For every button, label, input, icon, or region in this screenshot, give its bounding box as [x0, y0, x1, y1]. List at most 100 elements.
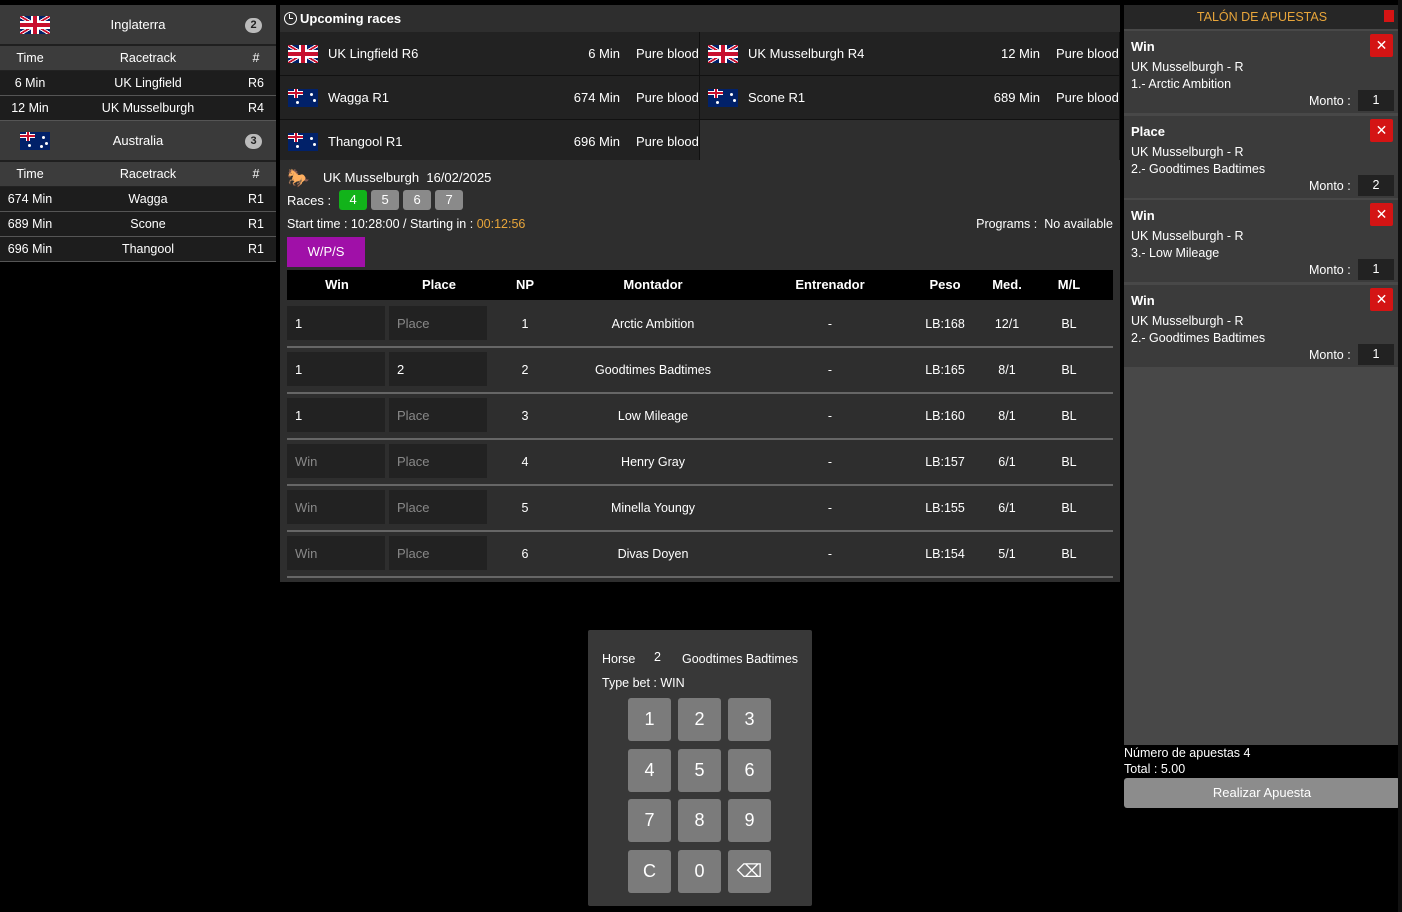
- country-header-australia[interactable]: Australia 3: [0, 121, 276, 162]
- key-7[interactable]: 7: [628, 799, 671, 842]
- key-6[interactable]: 6: [728, 748, 771, 792]
- key-9[interactable]: 9: [728, 799, 771, 842]
- trash-icon[interactable]: [1384, 10, 1394, 22]
- win-amount-input[interactable]: [287, 444, 385, 478]
- race-pill-4[interactable]: 4: [339, 190, 368, 210]
- remove-bet-button[interactable]: ✕: [1370, 288, 1393, 312]
- runner-row[interactable]: 6 Divas Doyen - LB:154 5/1 BL: [287, 532, 1113, 578]
- wps-tab[interactable]: W/P/S: [287, 237, 365, 267]
- runner-row[interactable]: 1 Arctic Ambition - LB:168 12/1 BL: [287, 302, 1113, 348]
- race-pill-6[interactable]: 6: [403, 190, 432, 210]
- win-amount-input[interactable]: [287, 306, 385, 340]
- key-5[interactable]: 5: [678, 748, 721, 792]
- row-race: R1: [248, 242, 264, 256]
- remove-bet-button[interactable]: ✕: [1370, 34, 1393, 57]
- horse-icon: 🐎: [287, 168, 310, 188]
- runner-row[interactable]: 3 Low Mileage - LB:160 8/1 BL: [287, 394, 1113, 440]
- bet-type: Win: [1131, 293, 1155, 309]
- clear-key[interactable]: C: [628, 849, 671, 893]
- runner-trainer: -: [827, 455, 833, 469]
- col-odds: Med.: [992, 277, 1022, 292]
- amount-input[interactable]: 1: [1358, 90, 1394, 111]
- bet-total: Total : 5.00: [1124, 762, 1186, 776]
- amount-label: Monto :: [1309, 94, 1351, 108]
- australia-flag-icon: [288, 132, 318, 151]
- start-time: Start time : 10:28:00 / Starting in : 00…: [287, 217, 525, 231]
- amount-input[interactable]: 1: [1358, 344, 1394, 366]
- table-row[interactable]: 696 Min Thangool R1: [0, 237, 276, 262]
- place-amount-input[interactable]: [389, 444, 487, 478]
- country-header-inglaterra[interactable]: Inglaterra 2: [0, 5, 276, 46]
- remove-bet-button[interactable]: ✕: [1370, 203, 1393, 227]
- amount-input[interactable]: 2: [1358, 174, 1394, 196]
- place-bet-button[interactable]: Realizar Apuesta: [1124, 778, 1400, 808]
- table-row[interactable]: 12 Min UK Musselburgh R4: [0, 96, 276, 121]
- race-name: UK Musselburgh R4: [748, 46, 865, 61]
- table-row[interactable]: 674 Min Wagga R1: [0, 187, 276, 212]
- upcoming-races-panel: Upcoming races UK Lingfield R6 6 Min Pur…: [280, 5, 1120, 164]
- page-scrollbar[interactable]: [1398, 0, 1402, 912]
- upcoming-race-item[interactable]: Thangool R1 696 Min Pure blood: [280, 120, 700, 164]
- race-name: Scone R1: [748, 90, 806, 105]
- programs-status: Programs : No available: [976, 217, 1113, 231]
- remove-bet-button[interactable]: ✕: [1370, 118, 1393, 142]
- race-pill-5[interactable]: 5: [371, 190, 400, 210]
- race-type: Pure blood: [1056, 46, 1119, 61]
- upcoming-race-item[interactable]: Wagga R1 674 Min Pure blood: [280, 76, 700, 120]
- key-3[interactable]: 3: [728, 698, 771, 741]
- place-amount-input[interactable]: [389, 536, 487, 570]
- win-amount-input[interactable]: [287, 398, 385, 432]
- race-type: Pure blood: [636, 134, 699, 149]
- bet-slip-title-text: TALÓN DE APUESTAS: [1196, 10, 1328, 24]
- key-2[interactable]: 2: [678, 698, 721, 741]
- row-time: 696 Min: [7, 242, 53, 256]
- race-count-badge: 3: [245, 134, 262, 149]
- table-row[interactable]: 689 Min Scone R1: [0, 212, 276, 237]
- races-label: Races :: [287, 192, 332, 208]
- col-racetrack: Racetrack: [119, 51, 177, 65]
- runner-row[interactable]: 5 Minella Youngy - LB:155 6/1 BL: [287, 486, 1113, 532]
- runner-row[interactable]: 2 Goodtimes Badtimes - LB:165 8/1 BL: [287, 348, 1113, 394]
- bet-keypad: Horse 2 Goodtimes Badtimes Type bet : WI…: [588, 630, 812, 906]
- row-track: UK Lingfield: [114, 76, 182, 90]
- place-amount-input[interactable]: [389, 352, 487, 386]
- col-np: NP: [515, 277, 535, 292]
- runner-number: 6: [521, 547, 529, 561]
- win-amount-input[interactable]: [287, 490, 385, 524]
- row-race: R4: [248, 101, 264, 115]
- upcoming-race-item[interactable]: UK Musselburgh R4 12 Min Pure blood: [700, 32, 1120, 76]
- amount-label: Monto :: [1309, 263, 1351, 278]
- runner-row[interactable]: 4 Henry Gray - LB:157 6/1 BL: [287, 440, 1113, 486]
- amount-label: Monto :: [1309, 348, 1351, 363]
- table-row[interactable]: 6 Min UK Lingfield R6: [0, 71, 276, 96]
- race-name: Thangool R1: [328, 134, 403, 149]
- amount-input[interactable]: 1: [1358, 259, 1394, 281]
- key-8[interactable]: 8: [678, 799, 721, 842]
- runner-odds: 6/1: [998, 455, 1016, 469]
- key-0[interactable]: 0: [678, 849, 721, 893]
- row-time: 6 Min: [14, 76, 46, 90]
- runner-trainer: -: [827, 501, 833, 515]
- programs-value: No available: [1044, 217, 1113, 231]
- backspace-key[interactable]: ⌫: [728, 849, 771, 893]
- race-minutes: 12 Min: [1000, 46, 1040, 61]
- place-amount-input[interactable]: [389, 306, 487, 340]
- place-amount-input[interactable]: [389, 398, 487, 432]
- runner-odds: 8/1: [998, 409, 1016, 423]
- upcoming-race-item[interactable]: Scone R1 689 Min Pure blood: [700, 76, 1120, 120]
- bet-horse: 2.- Goodtimes Badtimes: [1131, 331, 1266, 346]
- uk-flag-icon: [708, 44, 738, 63]
- bet-summary: Número de apuestas 4 Total : 5.00: [1124, 745, 1400, 777]
- race-count-badge: 2: [245, 18, 262, 33]
- bet-race: UK Musselburgh - R: [1131, 314, 1244, 329]
- place-amount-input[interactable]: [389, 490, 487, 524]
- race-type: Pure blood: [636, 90, 699, 105]
- runner-ml: BL: [1061, 455, 1077, 469]
- win-amount-input[interactable]: [287, 352, 385, 386]
- race-pill-7[interactable]: 7: [435, 190, 464, 210]
- win-amount-input[interactable]: [287, 536, 385, 570]
- bet-race: UK Musselburgh - R: [1131, 229, 1244, 244]
- upcoming-race-item[interactable]: UK Lingfield R6 6 Min Pure blood: [280, 32, 700, 76]
- key-4[interactable]: 4: [628, 748, 671, 792]
- key-1[interactable]: 1: [628, 698, 671, 741]
